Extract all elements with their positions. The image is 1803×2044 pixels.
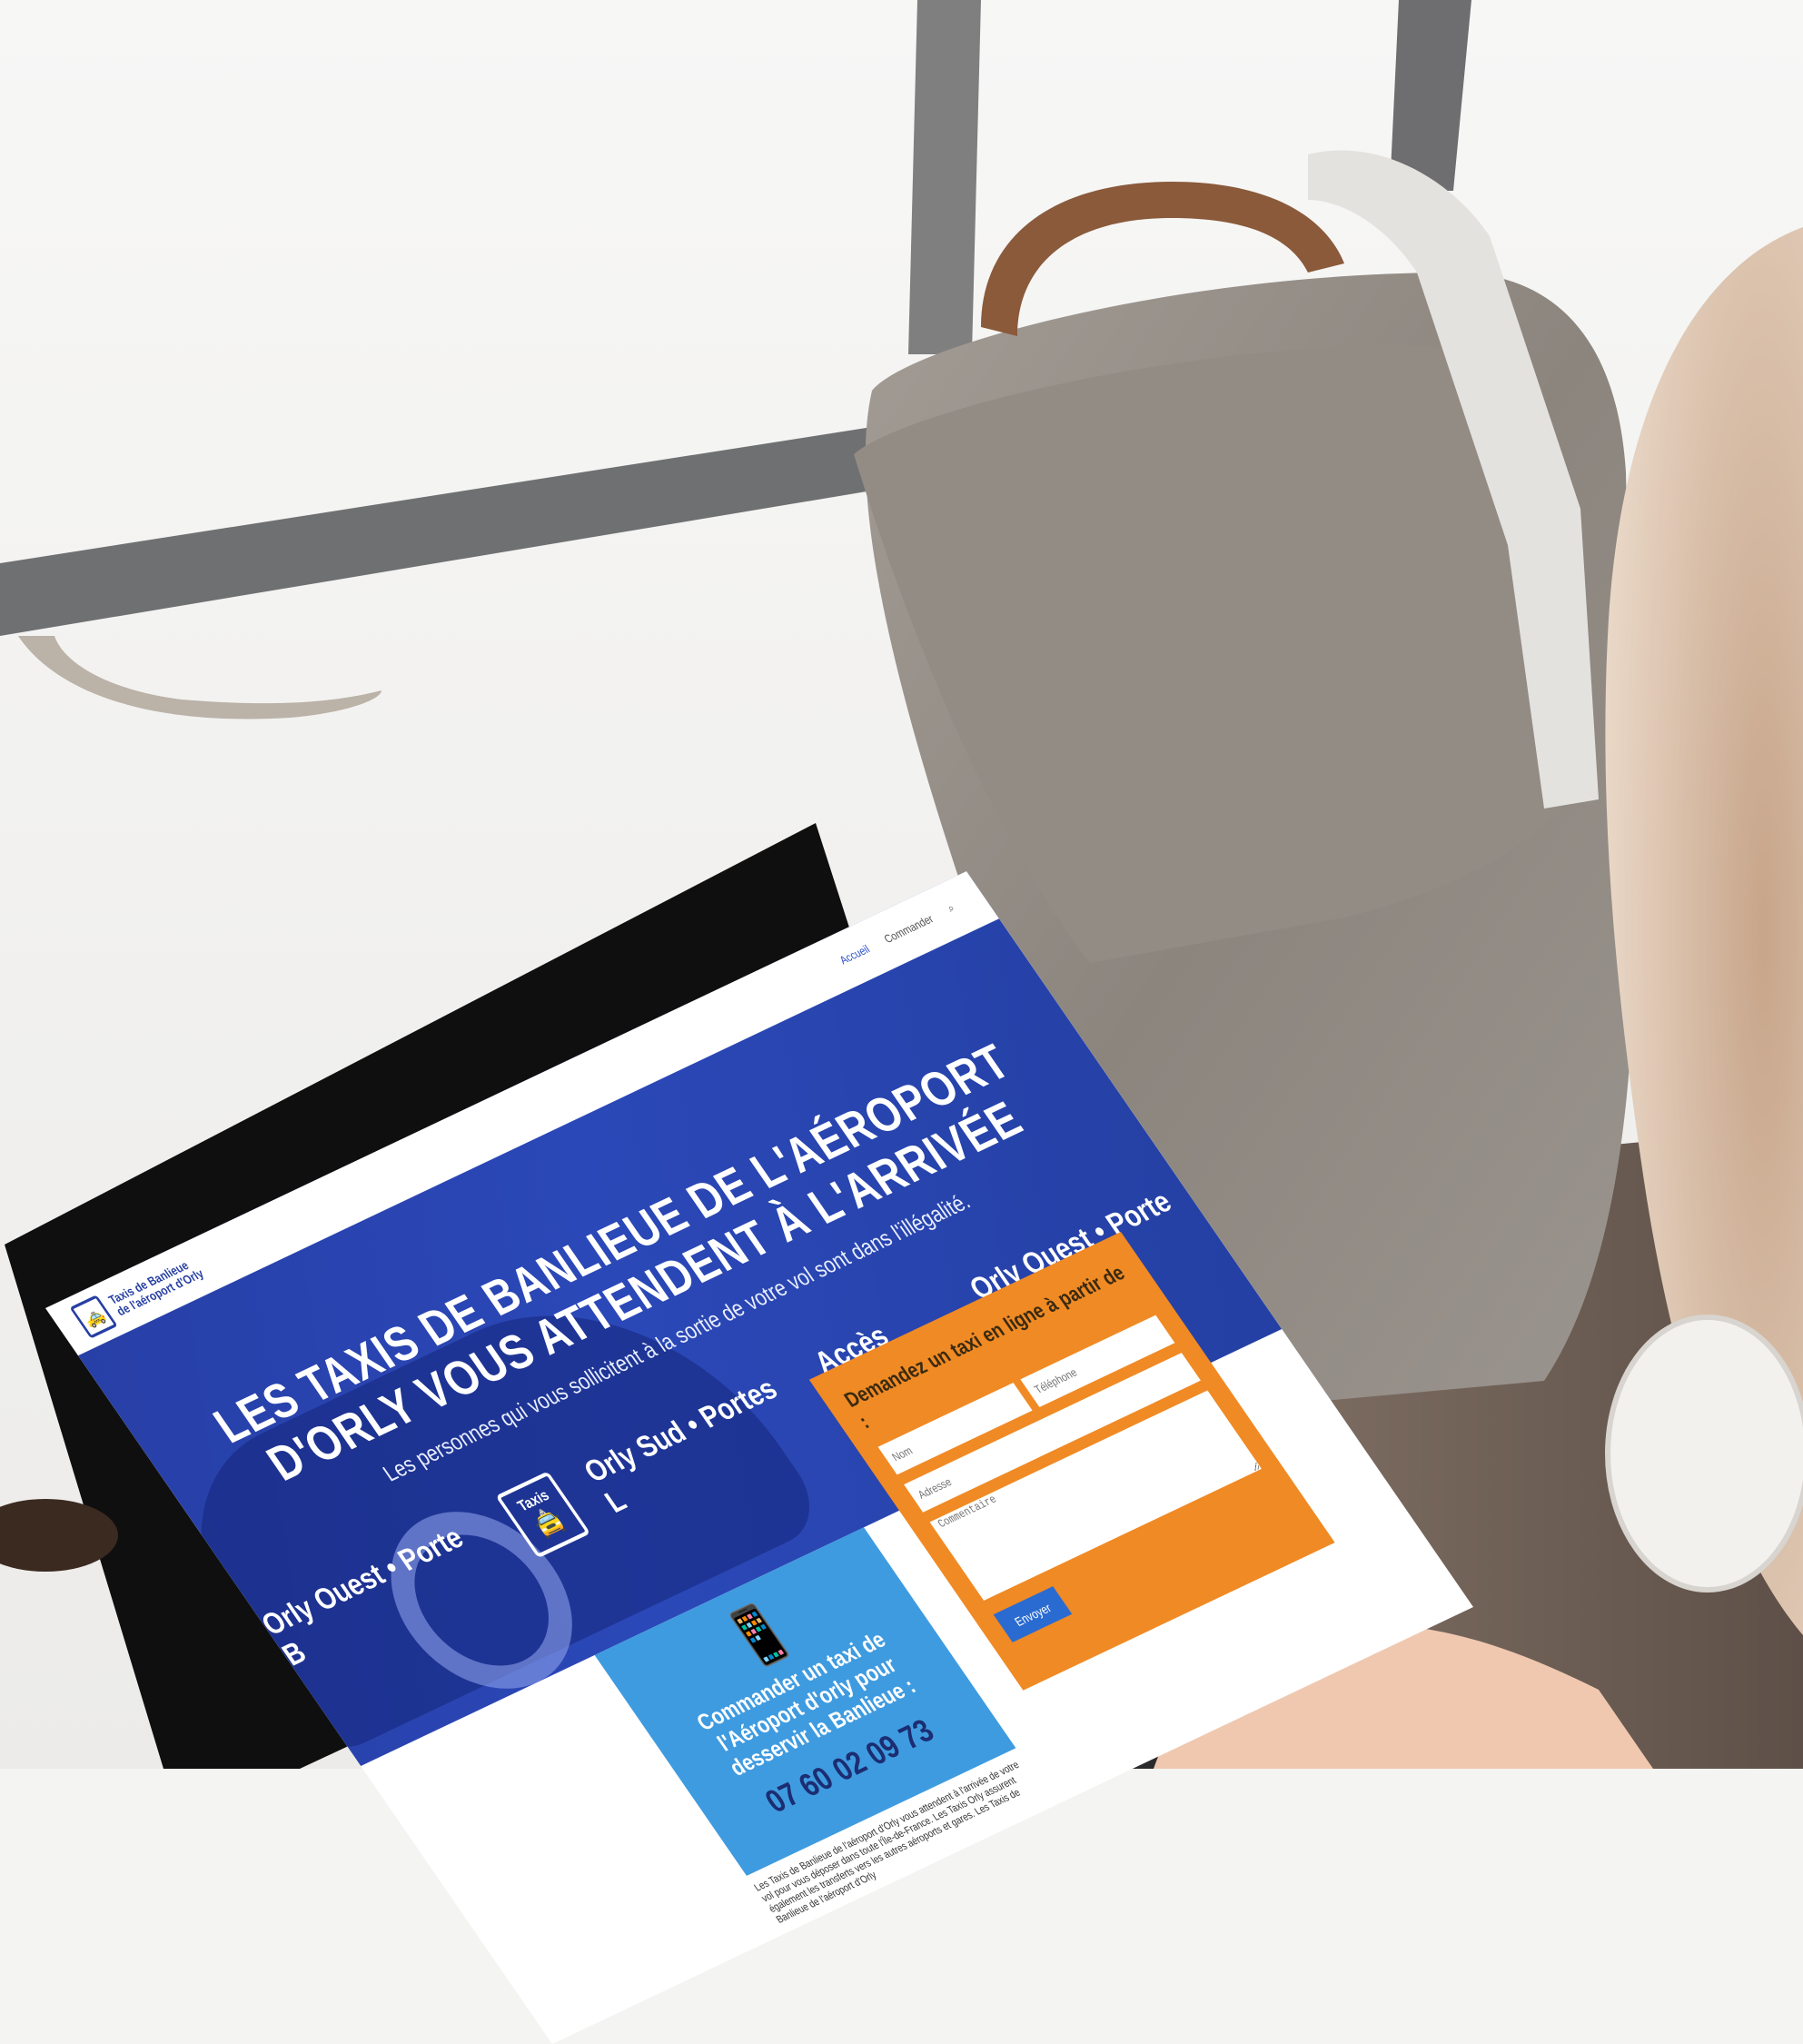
submit-button[interactable]: Envoyer: [993, 1586, 1073, 1642]
photo-scene: LES TAXIS DE BANLIEUE DE L'AÉROPORT D'OR…: [0, 0, 1803, 2044]
window-bar-vertical: [908, 0, 981, 354]
nav-accueil[interactable]: Accueil: [837, 942, 872, 967]
search-icon[interactable]: ⌕: [945, 901, 958, 916]
water-glass: [1605, 1315, 1803, 1593]
nav-commander[interactable]: Commander: [881, 912, 936, 946]
